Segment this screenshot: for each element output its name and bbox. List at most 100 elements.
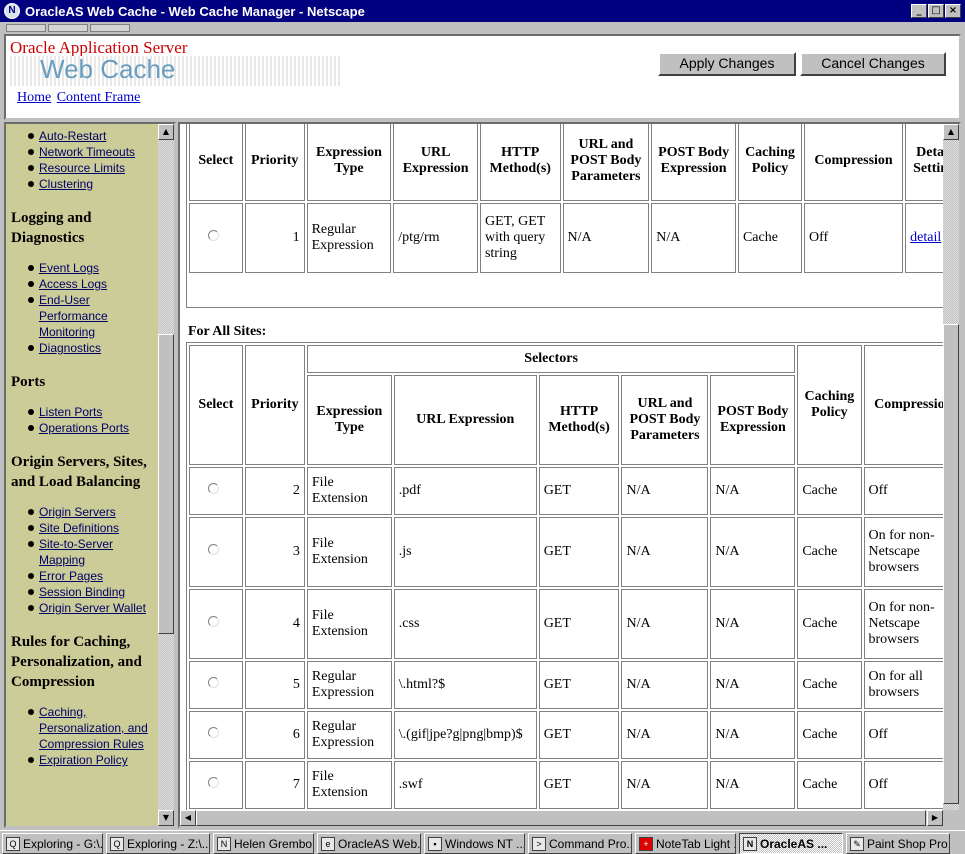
all-sites-rules-table: Select Priority Selectors Caching Policy…: [186, 342, 959, 812]
priority-cell: 5: [244, 661, 305, 709]
scroll-thumb[interactable]: [196, 810, 926, 826]
nav-item[interactable]: Network Timeouts: [28, 144, 161, 160]
nav-item[interactable]: Site Definitions: [28, 520, 161, 536]
col-header: URL Expression: [393, 375, 537, 465]
apply-changes-button[interactable]: Apply Changes: [658, 52, 796, 76]
window-title: OracleAS Web Cache - Web Cache Manager -…: [25, 3, 365, 19]
col-header: Priority: [244, 124, 305, 201]
nav-item[interactable]: Site-to-Server Mapping: [28, 536, 161, 568]
nav-item[interactable]: Origin Server Wallet: [28, 600, 161, 616]
url-expr-cell: .swf: [393, 761, 537, 809]
nav-scrollbar[interactable]: ▲ ▼: [158, 124, 174, 826]
col-header: URL and POST Body Parameters: [562, 124, 650, 201]
post-expr-cell: N/A: [710, 711, 796, 759]
taskbar-button[interactable]: ▪ Windows NT ...: [424, 833, 525, 854]
taskbar-button-active[interactable]: N OracleAS ...: [739, 833, 843, 854]
method-cell: GET, GET with query string: [479, 203, 561, 273]
method-cell: GET: [538, 761, 620, 809]
taskbar-button[interactable]: Q Exploring - G:\...: [2, 833, 103, 854]
policy-cell: Cache: [797, 761, 862, 809]
nav-item[interactable]: Clustering: [28, 176, 161, 192]
table-row: 1 Regular Expression /ptg/rm GET, GET wi…: [189, 203, 959, 273]
nav-item[interactable]: Access Logs: [28, 276, 161, 292]
taskbar-button[interactable]: Q Exploring - Z:\...: [106, 833, 210, 854]
scroll-down-arrow[interactable]: ▼: [158, 810, 174, 826]
policy-cell: Cache: [797, 589, 862, 659]
scroll-left-arrow[interactable]: ◀: [180, 810, 196, 826]
close-button[interactable]: ×: [945, 4, 961, 18]
taskbar-button[interactable]: ✎ Paint Shop Pro...: [846, 833, 950, 854]
content-frame-link[interactable]: Content Frame: [57, 90, 141, 105]
col-header: URL Expression: [393, 124, 478, 201]
taskbar-button[interactable]: + NoteTab Light ...: [635, 833, 736, 854]
params-cell: N/A: [621, 711, 709, 759]
scroll-corner: [943, 810, 959, 826]
scroll-right-arrow[interactable]: ▶: [927, 810, 943, 826]
post-expr-cell: N/A: [710, 517, 796, 587]
table-row: 6 Regular Expression \.(gif|jpe?g|png|bm…: [189, 711, 959, 759]
brand-product-text: Web Cache: [40, 54, 176, 84]
brand-logo: Web Cache: [10, 54, 340, 86]
post-expr-cell: N/A: [710, 467, 796, 515]
select-radio[interactable]: [208, 230, 219, 241]
taskbar-button[interactable]: > Command Pro...: [528, 833, 632, 854]
home-link[interactable]: Home: [17, 90, 51, 105]
scroll-thumb[interactable]: [158, 334, 174, 634]
col-header: Priority: [244, 345, 305, 465]
table-row: 2 File Extension .pdf GET N/A N/A Cache …: [189, 467, 959, 515]
select-radio[interactable]: [208, 544, 219, 555]
select-radio[interactable]: [208, 777, 219, 788]
table-row: 7 File Extension .swf GET N/A N/A Cache …: [189, 761, 959, 809]
nav-item[interactable]: Auto-Restart: [28, 128, 161, 144]
expr-type-cell: File Extension: [306, 467, 392, 515]
scroll-thumb[interactable]: [943, 324, 959, 804]
nav-item[interactable]: Expiration Policy: [28, 752, 161, 768]
post-expr-cell: N/A: [651, 203, 736, 273]
taskbar-button[interactable]: e OracleAS Web...: [317, 833, 421, 854]
nav-item[interactable]: Resource Limits: [28, 160, 161, 176]
nav-item[interactable]: Session Binding: [28, 584, 161, 600]
nav-item[interactable]: Origin Servers: [28, 504, 161, 520]
paint-icon: ✎: [850, 836, 864, 851]
nav-item[interactable]: End-User Performance Monitoring: [28, 292, 161, 340]
minimize-button[interactable]: _: [911, 4, 927, 18]
select-radio[interactable]: [208, 727, 219, 738]
all-sites-label: For All Sites:: [188, 324, 267, 339]
url-expr-cell: .css: [393, 589, 537, 659]
window-title-bar[interactable]: N OracleAS Web Cache - Web Cache Manager…: [0, 0, 965, 22]
nav-item[interactable]: Operations Ports: [28, 420, 161, 436]
priority-cell: 3: [244, 517, 305, 587]
scroll-up-arrow[interactable]: ▲: [943, 124, 959, 140]
policy-cell: Cache: [797, 467, 862, 515]
url-expr-cell: \.(gif|jpe?g|png|bmp)$: [393, 711, 537, 759]
site-rules-table: Select Priority Expression Type URL Expr…: [186, 124, 959, 308]
nav-item[interactable]: Diagnostics: [28, 340, 161, 356]
content-vertical-scrollbar[interactable]: ▲: [943, 124, 959, 810]
maximize-button[interactable]: □: [928, 4, 944, 18]
select-radio[interactable]: [208, 616, 219, 627]
content-horizontal-scrollbar[interactable]: ◀ ▶: [180, 810, 943, 826]
policy-cell: Cache: [797, 711, 862, 759]
policy-cell: Cache: [797, 517, 862, 587]
table-row: 4 File Extension .css GET N/A N/A Cache …: [189, 589, 959, 659]
select-radio[interactable]: [208, 483, 219, 494]
taskbar: Q Exploring - G:\... Q Exploring - Z:\... …: [0, 830, 965, 854]
nav-item[interactable]: Event Logs: [28, 260, 161, 276]
col-header: POST Body Expression: [651, 124, 736, 201]
col-header: Caching Policy: [797, 345, 862, 465]
priority-cell: 6: [244, 711, 305, 759]
col-header: HTTP Method(s): [479, 124, 561, 201]
nav-item[interactable]: Listen Ports: [28, 404, 161, 420]
nav-tree: Auto-Restart Network Timeouts Resource L…: [11, 126, 161, 768]
select-radio[interactable]: [208, 677, 219, 688]
nav-section-heading: Ports: [11, 374, 46, 390]
nav-item[interactable]: Error Pages: [28, 568, 161, 584]
col-header: HTTP Method(s): [538, 375, 620, 465]
document-icon: e: [321, 836, 335, 851]
content-body: Select Priority Expression Type URL Expr…: [186, 124, 959, 812]
taskbar-button[interactable]: N Helen Grembo...: [213, 833, 314, 854]
detail-link[interactable]: detail: [910, 230, 941, 245]
cancel-changes-button[interactable]: Cancel Changes: [800, 52, 946, 76]
nav-item-active[interactable]: Caching, Personalization, and Compressio…: [28, 704, 161, 752]
scroll-up-arrow[interactable]: ▲: [158, 124, 174, 140]
